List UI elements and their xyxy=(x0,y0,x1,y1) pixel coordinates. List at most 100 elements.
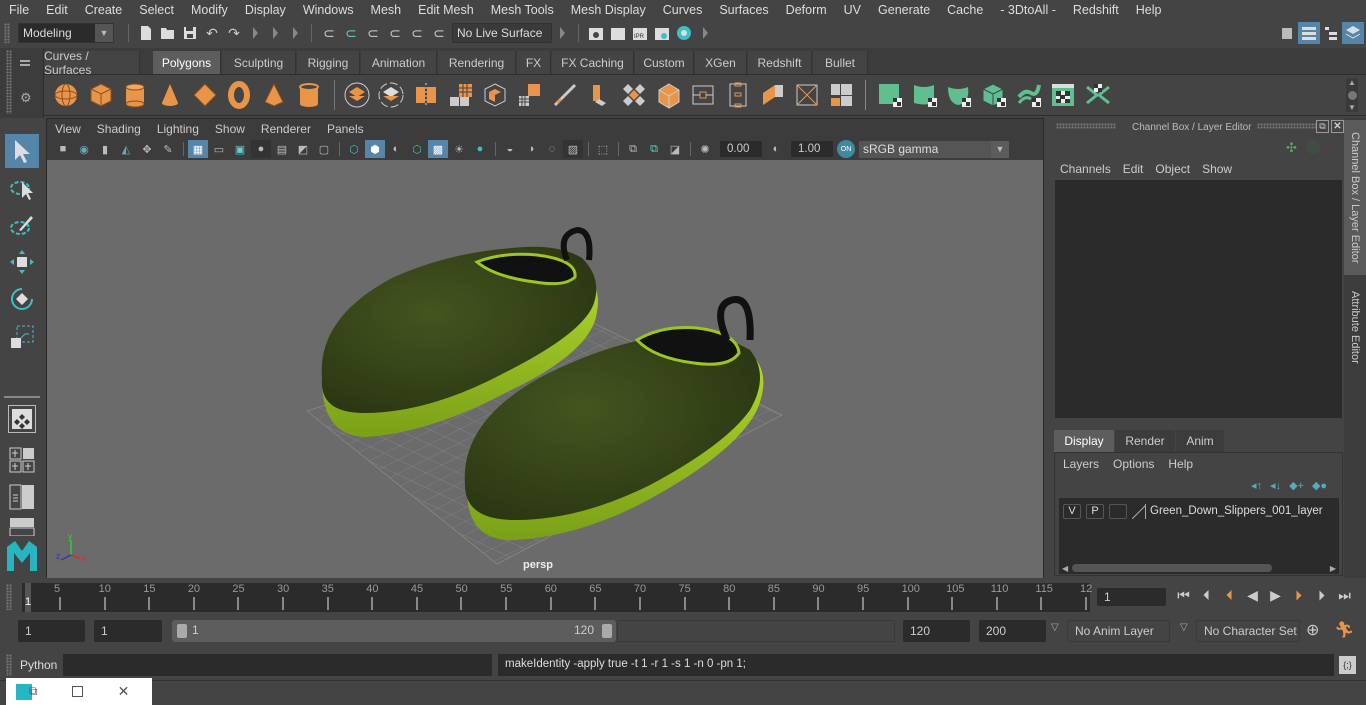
target-weld-icon[interactable] xyxy=(687,79,719,111)
menu-mesh-display[interactable]: Mesh Display xyxy=(562,3,654,17)
cylindrical-uv-icon[interactable] xyxy=(909,79,941,111)
manipulator-icon[interactable]: ✣ xyxy=(1286,140,1297,156)
shelf-tab-bullet[interactable]: Bullet xyxy=(813,51,868,74)
tool-settings-toggle-icon[interactable] xyxy=(1320,22,1342,44)
play-backwards-icon[interactable]: ◀ xyxy=(1243,587,1262,604)
grid-toggle-icon[interactable]: ▦ xyxy=(188,140,208,158)
viewport-menu-shading[interactable]: Shading xyxy=(89,122,149,136)
color-management-toggle[interactable]: ON xyxy=(837,140,855,158)
layer-tab-render[interactable]: Render xyxy=(1115,430,1175,452)
playback-end-field[interactable]: 120 xyxy=(903,620,970,642)
layer-visibility-toggle[interactable]: V xyxy=(1063,503,1081,519)
auto-key-icon[interactable]: ⊕ xyxy=(1306,620,1319,640)
menu-curves[interactable]: Curves xyxy=(654,3,711,17)
timeline-ruler[interactable]: 1 5 10 15 20 25 30 35 40 45 50 55 60 65 70 75 80 85 90 95 1… xyxy=(22,583,1092,612)
snap-to-curve-icon[interactable]: ⊂ xyxy=(340,22,362,44)
channel-box-menu-object[interactable]: Object xyxy=(1149,162,1196,176)
four-view-layout-icon[interactable] xyxy=(5,443,39,477)
step-forward-frame-icon[interactable]: ⏵︎ xyxy=(1312,587,1331,604)
maximize-icon[interactable] xyxy=(71,686,83,697)
resolution-gate-icon[interactable]: ▣ xyxy=(230,140,250,158)
start-frame-field[interactable]: 1 xyxy=(18,620,85,642)
snap-to-view-plane-icon[interactable]: ⊂ xyxy=(406,22,428,44)
field-chart-icon[interactable]: ▤ xyxy=(272,140,292,158)
spherical-uv-icon[interactable] xyxy=(943,79,975,111)
shelf-tab-fx-caching[interactable]: FX Caching xyxy=(552,51,634,74)
scroll-right-icon[interactable]: ▶ xyxy=(1330,564,1336,573)
shelf-tab-fx[interactable]: FX xyxy=(517,51,551,74)
layer-row[interactable]: V P Green_Down_Slippers_001_layer xyxy=(1059,502,1339,520)
scroll-left-icon[interactable]: ◀ xyxy=(1062,564,1068,573)
script-language-toggle[interactable]: Python xyxy=(20,658,57,672)
render-frame-icon[interactable] xyxy=(607,22,629,44)
move-tool-icon[interactable] xyxy=(5,245,39,279)
go-to-end-icon[interactable]: ⏭ xyxy=(1335,587,1354,604)
exposure-field[interactable]: 0.00 xyxy=(720,141,762,157)
chevron-down-icon[interactable]: ▽ xyxy=(1180,622,1188,633)
speed-icon[interactable] xyxy=(1306,140,1320,154)
layer-playback-toggle[interactable]: P xyxy=(1086,503,1104,519)
character-set-dropdown[interactable]: No Character Set xyxy=(1196,620,1300,642)
uv-editor-icon[interactable] xyxy=(1047,79,1079,111)
viewport-menu-view[interactable]: View xyxy=(47,122,89,136)
grip-handle[interactable] xyxy=(1257,123,1317,129)
collapse-arrow[interactable] xyxy=(271,24,279,42)
layer-name[interactable]: Green_Down_Slippers_001_layer xyxy=(1150,505,1323,517)
textured-icon[interactable]: ▩ xyxy=(428,140,448,158)
shadows-icon[interactable]: ● xyxy=(470,140,490,158)
collapse-arrow[interactable] xyxy=(291,24,299,42)
range-slider[interactable]: 1 120 xyxy=(172,620,616,642)
motion-blur-icon[interactable]: ◑ xyxy=(521,140,541,158)
viewport-menu-lighting[interactable]: Lighting xyxy=(149,122,207,136)
layer-horizontal-scrollbar[interactable]: ◀ ▶ xyxy=(1059,562,1339,574)
hypershade-icon[interactable] xyxy=(673,22,695,44)
menu-generate[interactable]: Generate xyxy=(869,3,938,17)
poly-cube-icon[interactable] xyxy=(85,79,117,111)
collapse-arrow[interactable] xyxy=(251,24,259,42)
render-view-icon[interactable] xyxy=(585,22,607,44)
viewport-menu-panels[interactable]: Panels xyxy=(319,122,372,136)
camera-attributes-icon[interactable]: ◉ xyxy=(74,140,94,158)
poly-sphere-icon[interactable] xyxy=(50,79,82,111)
step-forward-key-icon[interactable]: ⏵︎ xyxy=(1289,587,1308,604)
current-frame-field[interactable]: 1 xyxy=(1097,588,1166,606)
mirror-icon[interactable] xyxy=(410,79,442,111)
redo-icon[interactable]: ↷ xyxy=(223,22,245,44)
play-forwards-icon[interactable]: ▶ xyxy=(1266,587,1285,604)
new-layer-selected-icon[interactable]: ◆● xyxy=(1312,479,1327,492)
menu-modify[interactable]: Modify xyxy=(182,3,236,17)
2d-pan-zoom-icon[interactable]: ✥ xyxy=(137,140,157,158)
depth-of-field-icon[interactable]: ▨ xyxy=(563,140,583,158)
unfold-uv-icon[interactable] xyxy=(1013,79,1045,111)
hud-icon[interactable]: ◪ xyxy=(665,140,685,158)
side-tab-channel-box[interactable]: Channel Box / Layer Editor xyxy=(1344,120,1366,275)
bridge-icon[interactable] xyxy=(514,79,546,111)
close-icon[interactable]: ✕ xyxy=(118,683,130,700)
new-empty-layer-icon[interactable]: ◆+ xyxy=(1289,479,1304,492)
screen-space-ao-icon[interactable]: ◒ xyxy=(500,140,520,158)
menu-edit[interactable]: Edit xyxy=(37,3,76,17)
shelf-tab-custom[interactable]: Custom xyxy=(635,51,694,74)
step-back-frame-icon[interactable]: ⏴︎ xyxy=(1197,587,1216,604)
separate-icon[interactable] xyxy=(375,79,407,111)
new-scene-icon[interactable] xyxy=(135,22,157,44)
layer-menu-layers[interactable]: Layers xyxy=(1063,457,1113,471)
snap-to-point-icon[interactable]: ⊂ xyxy=(362,22,384,44)
move-layer-down-icon[interactable]: ◂↓ xyxy=(1270,479,1281,492)
smooth-icon[interactable] xyxy=(445,79,477,111)
layer-color-swatch[interactable] xyxy=(1132,503,1146,519)
multi-cut-icon[interactable] xyxy=(549,79,581,111)
bool-icon[interactable] xyxy=(826,79,858,111)
shelf-tab-sculpting[interactable]: Sculpting xyxy=(222,51,296,74)
layer-tab-display[interactable]: Display xyxy=(1054,430,1114,452)
step-back-key-icon[interactable]: ⏴︎ xyxy=(1220,587,1239,604)
3d-viewport[interactable]: y x z persp xyxy=(47,160,1043,578)
exposure-icon[interactable]: ✺ xyxy=(695,140,715,158)
shelf-tab-animation[interactable]: Animation xyxy=(361,51,437,74)
poly-pipe-icon[interactable] xyxy=(293,79,325,111)
channel-box-menu-edit[interactable]: Edit xyxy=(1117,162,1150,176)
modeling-toolkit-icon[interactable] xyxy=(1276,22,1298,44)
persp-graph-layout-icon[interactable] xyxy=(5,515,39,537)
wireframe-icon[interactable]: ⬡ xyxy=(344,140,364,158)
shelf-tab-xgen[interactable]: XGen xyxy=(695,51,747,74)
